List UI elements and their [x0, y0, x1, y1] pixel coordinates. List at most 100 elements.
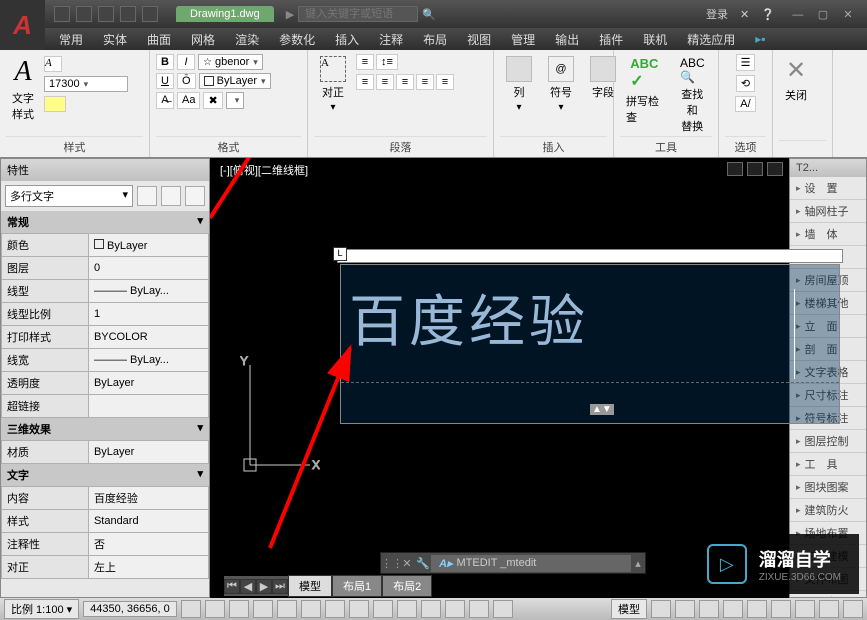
- viewport-label[interactable]: [-][俯视][二维线框]: [220, 162, 308, 178]
- tab-model[interactable]: 模型: [288, 575, 332, 597]
- sb-sc-icon[interactable]: [469, 600, 489, 618]
- mask-button[interactable]: [44, 96, 66, 112]
- maximize-button[interactable]: ▢: [812, 8, 834, 21]
- command-bar[interactable]: ⋮⋮ ✕ 🔧 A▸ MTEDIT _mtedit ▴: [380, 552, 646, 574]
- side-item[interactable]: 图层控制: [790, 430, 866, 453]
- quickselect-icon[interactable]: [137, 186, 157, 206]
- clear-button[interactable]: ✖: [203, 92, 222, 109]
- side-item[interactable]: 墙 体: [790, 223, 866, 246]
- mtext-content[interactable]: 百度经验: [341, 265, 839, 370]
- italic-button[interactable]: I: [177, 54, 195, 70]
- menu-online[interactable]: 联机: [634, 29, 676, 50]
- vp-max-icon[interactable]: [747, 162, 763, 176]
- find-replace-button[interactable]: ABC🔍查找和 替换: [673, 54, 712, 136]
- tab-layout2[interactable]: 布局2: [382, 575, 432, 597]
- bullet-icon[interactable]: ≡: [356, 54, 374, 70]
- cmd-tool-icon[interactable]: 🔧: [415, 557, 431, 570]
- sb-qp-icon[interactable]: [445, 600, 465, 618]
- column-width-marker[interactable]: ▲▼: [590, 404, 614, 415]
- menu-insert[interactable]: 插入: [326, 29, 368, 50]
- align-dist-icon[interactable]: ≡: [436, 74, 454, 90]
- vp-min-icon[interactable]: [727, 162, 743, 176]
- app-logo[interactable]: [0, 0, 45, 50]
- sb-r6-icon[interactable]: [771, 600, 791, 618]
- sb-osnap-icon[interactable]: [277, 600, 297, 618]
- qat-undo-icon[interactable]: [120, 6, 136, 22]
- menu-mesh[interactable]: 网格: [182, 29, 224, 50]
- opt3-icon[interactable]: A/: [735, 96, 755, 112]
- sb-r1-icon[interactable]: [651, 600, 671, 618]
- search-input[interactable]: [298, 6, 418, 22]
- exchange-icon[interactable]: ✕: [740, 8, 749, 21]
- bold-button[interactable]: B: [156, 54, 174, 70]
- tab-first-icon[interactable]: ⏮: [224, 579, 240, 594]
- login-button[interactable]: 登录: [706, 6, 728, 22]
- menu-solid[interactable]: 实体: [94, 29, 136, 50]
- symbol-button[interactable]: @符号▾: [542, 54, 580, 115]
- help-icon[interactable]: ❔: [761, 8, 775, 21]
- tab-prev-icon[interactable]: ◀: [240, 579, 256, 594]
- spellcheck-button[interactable]: ABC✓拼写检查: [620, 54, 669, 127]
- search-icon[interactable]: 🔍: [422, 8, 436, 21]
- section-3d[interactable]: 三维效果▾: [1, 418, 209, 440]
- menu-view[interactable]: 视图: [458, 29, 500, 50]
- close-editor-button[interactable]: ✕关闭: [779, 54, 813, 105]
- sb-ducs-icon[interactable]: [349, 600, 369, 618]
- sb-lwt-icon[interactable]: [397, 600, 417, 618]
- linespace-icon[interactable]: ↕≡: [376, 54, 398, 70]
- color-combo[interactable]: ByLayer: [199, 73, 271, 89]
- opt2-icon[interactable]: ⟲: [736, 75, 755, 92]
- menu-common[interactable]: 常用: [50, 29, 92, 50]
- ruler-mark[interactable]: L: [333, 247, 347, 261]
- section-text[interactable]: 文字▾: [1, 464, 209, 486]
- sb-polar-icon[interactable]: [253, 600, 273, 618]
- menu-layout[interactable]: 布局: [414, 29, 456, 50]
- sb-r8-icon[interactable]: [819, 600, 839, 618]
- sb-r7-icon[interactable]: [795, 600, 815, 618]
- align-justify-icon[interactable]: ≡: [416, 74, 434, 90]
- vp-close-icon[interactable]: [767, 162, 783, 176]
- cmd-history-icon[interactable]: ▴: [631, 557, 645, 570]
- menu-annot[interactable]: 注释: [370, 29, 412, 50]
- tab-layout1[interactable]: 布局1: [332, 575, 382, 597]
- font-size-combo[interactable]: 17300: [44, 76, 128, 92]
- side-item[interactable]: 建筑防火: [790, 499, 866, 522]
- column-button[interactable]: 列▾: [500, 54, 538, 115]
- sb-grid-icon[interactable]: [181, 600, 201, 618]
- section-general[interactable]: 常规▾: [1, 211, 209, 233]
- sb-3dosnap-icon[interactable]: [301, 600, 321, 618]
- drawing-canvas[interactable]: [-][俯视][二维线框] L 百度经验 ▲▼ Y X: [210, 158, 789, 598]
- text-style-button[interactable]: A 文字 样式: [6, 54, 40, 124]
- side-item[interactable]: 图块图案: [790, 476, 866, 499]
- overline-button[interactable]: Ō: [177, 73, 196, 89]
- sb-r9-icon[interactable]: [843, 600, 863, 618]
- sb-ortho-icon[interactable]: [229, 600, 249, 618]
- qat-redo-icon[interactable]: [142, 6, 158, 22]
- sb-r2-icon[interactable]: [675, 600, 695, 618]
- sb-am-icon[interactable]: [493, 600, 513, 618]
- scale-field[interactable]: 比例 1:100 ▾: [4, 599, 79, 619]
- minimize-button[interactable]: —: [787, 9, 809, 21]
- align-center-icon[interactable]: ≡: [376, 74, 394, 90]
- command-input[interactable]: A▸ MTEDIT _mtedit: [431, 555, 631, 572]
- object-type-combo[interactable]: 多行文字▾: [5, 185, 133, 207]
- sb-r5-icon[interactable]: [747, 600, 767, 618]
- justify-button[interactable]: A 对正 ▾: [314, 54, 352, 115]
- menu-surface[interactable]: 曲面: [138, 29, 180, 50]
- sb-tpy-icon[interactable]: [421, 600, 441, 618]
- menu-render[interactable]: 渲染: [226, 29, 268, 50]
- side-item[interactable]: 轴网柱子: [790, 200, 866, 223]
- mtext-ruler[interactable]: [337, 249, 843, 263]
- side-item[interactable]: 工 具: [790, 453, 866, 476]
- tab-next-icon[interactable]: ▶: [256, 579, 272, 594]
- strike-button[interactable]: A̶: [156, 92, 174, 109]
- qat-save-icon[interactable]: [98, 6, 114, 22]
- side-item[interactable]: 设 置: [790, 177, 866, 200]
- menu-plugin[interactable]: 插件: [590, 29, 632, 50]
- document-tab[interactable]: Drawing1.dwg: [176, 6, 274, 22]
- cmd-handle-icon[interactable]: ⋮⋮: [381, 557, 399, 570]
- align-left-icon[interactable]: ≡: [356, 74, 374, 90]
- sb-otrack-icon[interactable]: [325, 600, 345, 618]
- menu-manage[interactable]: 管理: [502, 29, 544, 50]
- cmd-close-icon[interactable]: ✕: [399, 557, 415, 570]
